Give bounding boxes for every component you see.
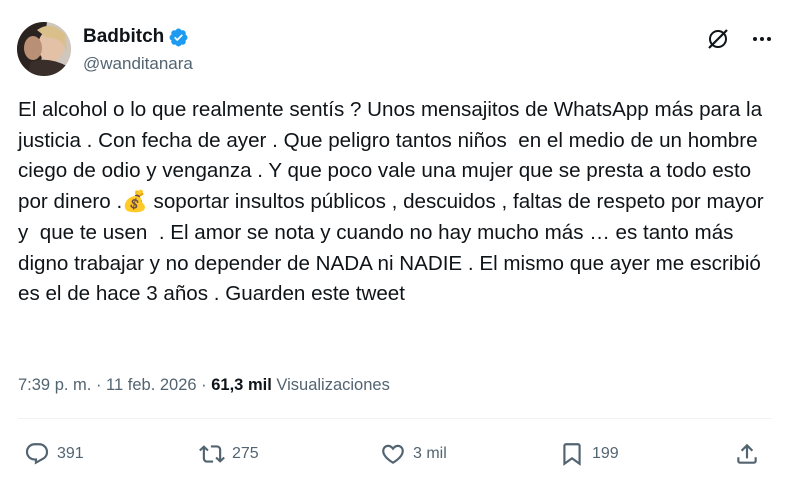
retweet-button[interactable]: 275 — [199, 436, 259, 472]
retweet-count: 275 — [232, 445, 259, 462]
meta-separator: · — [196, 376, 212, 394]
author-block: Badbitch @wanditanara — [83, 25, 193, 76]
views-label: Visualizaciones — [276, 376, 390, 394]
display-name[interactable]: Badbitch — [83, 25, 164, 49]
more-icon[interactable] — [751, 28, 773, 50]
like-count: 3 mil — [413, 445, 447, 462]
divider — [18, 418, 772, 419]
meta-separator: · — [91, 376, 107, 394]
share-icon — [734, 441, 760, 467]
avatar[interactable] — [17, 22, 71, 76]
bookmark-button[interactable]: 199 — [559, 436, 619, 472]
tweet-header: Badbitch @wanditanara — [17, 22, 773, 78]
bookmark-count: 199 — [592, 445, 619, 462]
grok-icon[interactable] — [705, 26, 731, 52]
views-count: 61,3 mil — [211, 376, 272, 394]
handle[interactable]: @wanditanara — [83, 52, 193, 76]
tweet-time[interactable]: 7:39 p. m. — [18, 376, 91, 394]
reply-icon — [24, 441, 50, 467]
avatar-image — [17, 22, 71, 76]
reply-button[interactable]: 391 — [24, 436, 84, 472]
bookmark-icon — [559, 441, 585, 467]
action-bar: 391 275 3 mil 199 — [0, 436, 790, 472]
name-row: Badbitch — [83, 25, 193, 49]
share-button[interactable] — [734, 436, 760, 472]
tweet-date[interactable]: 11 feb. 2026 — [106, 376, 197, 394]
retweet-icon — [199, 441, 225, 467]
tweet-text: El alcohol o lo que realmente sentís ? U… — [18, 98, 770, 306]
reply-count: 391 — [57, 445, 84, 462]
top-actions — [705, 26, 773, 52]
tweet-meta: 7:39 p. m. · 11 feb. 2026 · 61,3 mil Vis… — [18, 374, 390, 396]
tweet: Badbitch @wanditanara El alcohol o lo qu… — [0, 0, 790, 483]
like-button[interactable]: 3 mil — [380, 436, 447, 472]
heart-icon — [380, 441, 406, 467]
verified-badge-icon[interactable] — [168, 27, 189, 48]
